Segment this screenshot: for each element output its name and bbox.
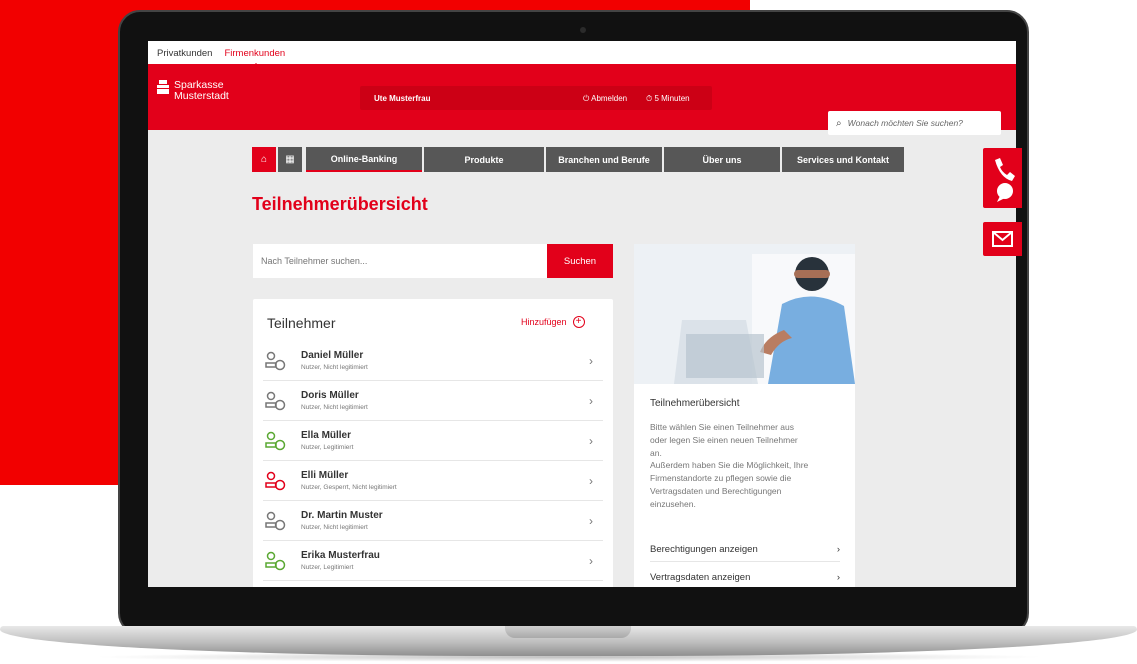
logo-line-2: Musterstadt bbox=[174, 90, 229, 102]
user-name[interactable]: Ute Musterfrau bbox=[374, 94, 430, 103]
mail-icon bbox=[992, 231, 1013, 247]
nav-online-banking[interactable]: Online-Banking bbox=[306, 147, 422, 172]
members-list: Daniel Müller Nutzer, Nicht legitimiert ›… bbox=[253, 341, 613, 581]
add-member-button[interactable]: Hinzufügen + bbox=[521, 316, 585, 328]
sparkasse-logo[interactable]: Sparkasse Musterstadt bbox=[157, 80, 229, 102]
sparkasse-logo-icon bbox=[157, 80, 169, 94]
member-status: Nutzer, Nicht legitimiert bbox=[301, 404, 368, 411]
member-name: Elli Müller bbox=[301, 470, 349, 481]
segment-firmenkunden[interactable]: Firmenkunden bbox=[224, 48, 285, 67]
permissions-link-label: Berechtigungen anzeigen bbox=[650, 544, 758, 555]
members-card: Teilnehmer Hinzufügen + Daniel Müller Nut… bbox=[253, 299, 613, 587]
phone-chat-button[interactable] bbox=[983, 148, 1022, 208]
contract-data-link[interactable]: Vertragsdaten anzeigen › bbox=[650, 566, 840, 587]
main-navigation: ⌂ ▦ Online-Banking Produkte Branchen und… bbox=[252, 147, 912, 172]
phone-icon bbox=[995, 158, 1015, 202]
member-name: Erika Musterfrau bbox=[301, 550, 380, 561]
member-status: Nutzer, Nicht legitimiert bbox=[301, 524, 368, 531]
chevron-right-icon: › bbox=[589, 353, 593, 368]
nav-produkte[interactable]: Produkte bbox=[424, 147, 544, 172]
site-search-placeholder: Wonach möchten Sie suchen? bbox=[847, 118, 963, 128]
chevron-right-icon: › bbox=[836, 572, 840, 583]
mail-button[interactable] bbox=[983, 222, 1022, 256]
segment-bar: Privatkunden Firmenkunden bbox=[148, 41, 1016, 67]
member-search-input[interactable] bbox=[253, 244, 547, 278]
member-row-elli-mueller[interactable]: Elli Müller Nutzer, Gesperrt, Nicht legit… bbox=[263, 461, 603, 501]
grid-icon: ▦ bbox=[285, 154, 295, 165]
member-name: Doris Müller bbox=[301, 390, 359, 401]
member-row-daniel-mueller[interactable]: Daniel Müller Nutzer, Nicht legitimiert › bbox=[263, 341, 603, 381]
home-button[interactable]: ⌂ bbox=[252, 147, 276, 172]
home-icon: ⌂ bbox=[260, 154, 268, 165]
contract-data-link-label: Vertragsdaten anzeigen bbox=[650, 572, 751, 583]
site-header: Sparkasse Musterstadt Ute Musterfrau ⏻ A… bbox=[148, 64, 1016, 135]
user-icon-not-legitimized bbox=[265, 351, 286, 370]
member-row-erika-musterfrau[interactable]: Erika Musterfrau Nutzer, Legitimiert › bbox=[263, 541, 603, 581]
apps-button[interactable]: ▦ bbox=[278, 147, 302, 172]
member-row-ella-mueller[interactable]: Ella Müller Nutzer, Legitimiert › bbox=[263, 421, 603, 461]
chevron-right-icon: › bbox=[589, 433, 593, 448]
member-name: Ella Müller bbox=[301, 430, 352, 441]
photo-illustration bbox=[634, 244, 855, 384]
plus-circle-icon: + bbox=[572, 316, 585, 328]
info-text: Bitte wählen Sie einen Teilnehmer aus od… bbox=[650, 422, 809, 509]
members-title: Teilnehmer bbox=[267, 315, 336, 331]
member-row-doris-mueller[interactable]: Doris Müller Nutzer, Nicht legitimiert › bbox=[263, 381, 603, 421]
laptop-notch bbox=[505, 626, 631, 638]
chevron-right-icon: › bbox=[589, 553, 593, 568]
info-card: Teilnehmerübersicht Bitte wählen Sie ein… bbox=[634, 244, 855, 587]
chevron-right-icon: › bbox=[589, 393, 593, 408]
permissions-link[interactable]: Berechtigungen anzeigen › bbox=[650, 538, 840, 562]
browser-screen: Privatkunden Firmenkunden Sparkasse Must… bbox=[148, 41, 1016, 587]
user-icon-not-legitimized bbox=[265, 391, 286, 410]
user-icon-blocked bbox=[265, 471, 286, 490]
user-icon-not-legitimized bbox=[265, 511, 286, 530]
webcam-icon bbox=[580, 27, 586, 33]
nav-services-kontakt[interactable]: Services und Kontakt bbox=[782, 147, 904, 172]
businessman-photo bbox=[634, 244, 855, 384]
nav-branchen-berufe[interactable]: Branchen und Berufe bbox=[546, 147, 662, 172]
member-name: Dr. Martin Muster bbox=[301, 510, 383, 521]
page-title: Teilnehmerübersicht bbox=[252, 194, 428, 214]
session-time: 5 Minuten bbox=[654, 94, 690, 103]
site-search[interactable]: ⌕ Wonach möchten Sie suchen? bbox=[828, 111, 1001, 135]
chevron-right-icon: › bbox=[836, 544, 840, 555]
chevron-right-icon: › bbox=[589, 513, 593, 528]
search-icon: ⌕ bbox=[836, 117, 842, 129]
chat-bubble-icon bbox=[997, 183, 1013, 199]
user-icon-legitimized bbox=[265, 431, 286, 450]
session-timer: ⏱ 5 Minuten bbox=[646, 94, 690, 104]
chevron-right-icon: › bbox=[589, 473, 593, 488]
member-name: Daniel Müller bbox=[301, 350, 364, 361]
member-status: Nutzer, Nicht legitimiert bbox=[301, 364, 368, 371]
member-search-bar: Suchen bbox=[253, 244, 613, 278]
segment-privatkunden[interactable]: Privatkunden bbox=[157, 48, 212, 64]
product-mockup: Privatkunden Firmenkunden Sparkasse Must… bbox=[0, 0, 1137, 664]
add-member-label: Hinzufügen bbox=[521, 317, 567, 327]
nav-ueber-uns[interactable]: Über uns bbox=[664, 147, 780, 172]
member-status: Nutzer, Gesperrt, Nicht legitimiert bbox=[301, 484, 397, 491]
user-icon-legitimized bbox=[265, 551, 286, 570]
logout-label: Abmelden bbox=[591, 94, 628, 103]
logout-link[interactable]: ⏻ Abmelden bbox=[583, 94, 627, 104]
info-title: Teilnehmerübersicht bbox=[650, 398, 740, 409]
user-bar: Ute Musterfrau ⏻ Abmelden ⏱ 5 Minuten bbox=[360, 86, 712, 110]
member-status: Nutzer, Legitimiert bbox=[301, 444, 354, 451]
member-search-button[interactable]: Suchen bbox=[547, 244, 613, 278]
member-row-martin-muster[interactable]: Dr. Martin Muster Nutzer, Nicht legitimie… bbox=[263, 501, 603, 541]
member-status: Nutzer, Legitimiert bbox=[301, 564, 354, 571]
power-icon: ⏻ bbox=[583, 94, 592, 103]
